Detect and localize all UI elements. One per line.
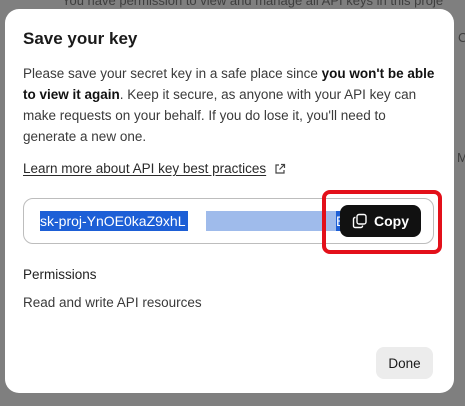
background-side-text-2: M [457, 150, 465, 165]
permissions-value: Read and write API resources [23, 295, 202, 310]
api-key-value[interactable]: sk-proj-YnOE0kaZ9xhL [40, 211, 188, 231]
learn-more-link[interactable]: Learn more about API key best practices [23, 161, 286, 176]
description-text: Please save your secret key in a safe pl… [23, 66, 322, 81]
background-permission-text: You have permission to view and manage a… [62, 0, 444, 8]
api-key-redacted [206, 211, 336, 231]
external-link-icon [275, 163, 286, 174]
permissions-label: Permissions [23, 267, 97, 282]
done-button[interactable]: Done [376, 347, 433, 379]
save-key-dialog: Save your key Please save your secret ke… [5, 9, 454, 393]
copy-highlight-box [322, 190, 442, 254]
dialog-title: Save your key [23, 29, 138, 48]
dialog-description: Please save your secret key in a safe pl… [23, 63, 435, 147]
background-side-text: C [458, 30, 465, 45]
learn-more-label: Learn more about API key best practices [23, 161, 267, 176]
